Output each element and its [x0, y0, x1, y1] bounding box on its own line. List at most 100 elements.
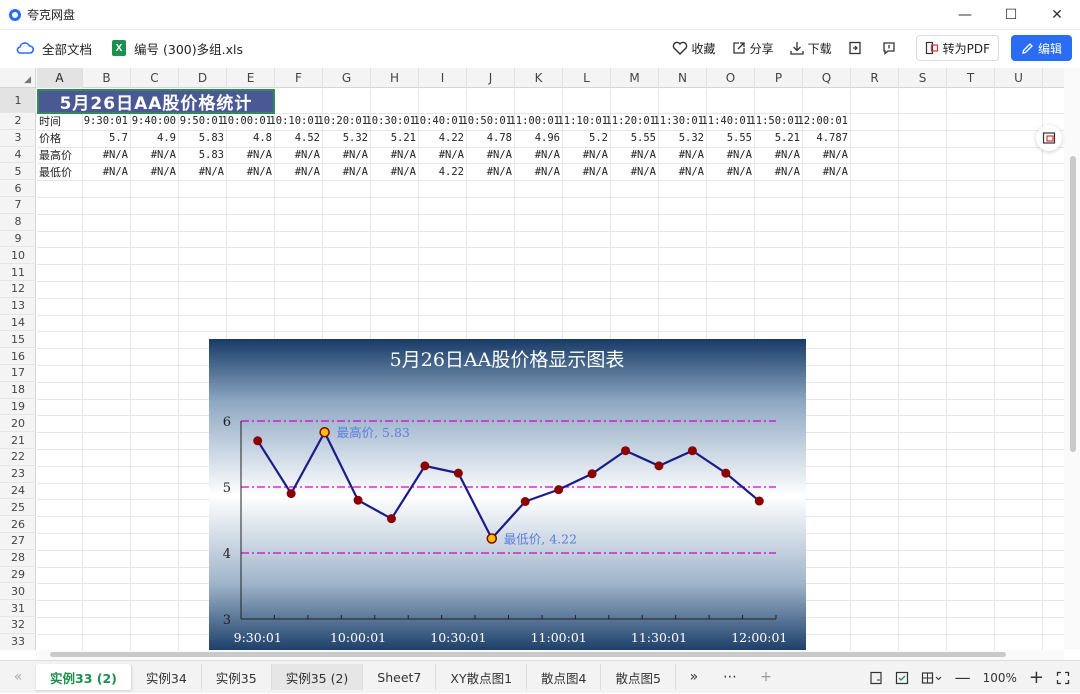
export-button[interactable]	[848, 41, 866, 55]
add-sheet-icon[interactable]: +	[748, 669, 784, 685]
row-header-16[interactable]: 16	[0, 348, 36, 365]
cell-m2[interactable]: 11:20:01	[605, 113, 659, 130]
sheet-tab[interactable]: 实例35 (2)	[271, 664, 364, 690]
cell-a5[interactable]: 最低价	[37, 163, 83, 180]
row-header-15[interactable]: 15	[0, 331, 36, 349]
column-header-n[interactable]: N	[659, 68, 707, 88]
spreadsheet-grid[interactable]: ◢ ABCDEFGHIJKLMNOPQRSTU 1 2 3 4 5 6 7 8 9 10 11 12 1…	[0, 68, 1064, 650]
sheet-tab[interactable]: 散点图4	[527, 664, 602, 690]
cell-c3[interactable]: 4.9	[131, 130, 179, 147]
page-view-button[interactable]	[869, 671, 883, 685]
cell-i5[interactable]: 4.22	[419, 163, 467, 180]
collect-button[interactable]: 收藏	[672, 40, 716, 57]
cell-k4[interactable]: #N/A	[515, 147, 563, 164]
all-docs-button[interactable]: 全部文档	[16, 39, 92, 58]
cell-j5[interactable]: #N/A	[467, 163, 515, 180]
cell-q4[interactable]: #N/A	[803, 147, 851, 164]
cell-i2[interactable]: 10:40:01	[413, 113, 467, 130]
cell-d4[interactable]: 5.83	[179, 147, 227, 164]
cell-b2[interactable]: 9:30:01	[83, 113, 131, 130]
row-header-17[interactable]: 17	[0, 365, 36, 382]
column-header-q[interactable]: Q	[803, 68, 851, 88]
cell-a4[interactable]: 最高价	[37, 147, 83, 164]
freeze-button[interactable]	[921, 671, 943, 685]
column-header-e[interactable]: E	[227, 68, 275, 88]
cell-j2[interactable]: 10:50:01	[461, 113, 515, 130]
cell-n2[interactable]: 11:30:01	[653, 113, 707, 130]
cell-n4[interactable]: #N/A	[659, 147, 707, 164]
cell-p2[interactable]: 11:50:01	[749, 113, 803, 130]
column-header-g[interactable]: G	[323, 68, 371, 88]
cell-l4[interactable]: #N/A	[563, 147, 611, 164]
cell-h3[interactable]: 5.21	[371, 130, 419, 147]
row-header-18[interactable]: 18	[0, 382, 36, 399]
row-header-1[interactable]: 1	[0, 88, 36, 113]
vertical-scrollbar[interactable]	[1064, 68, 1080, 650]
row-header-3[interactable]: 3	[0, 130, 36, 147]
row-header-6[interactable]: 6	[0, 180, 36, 197]
zoom-in-button[interactable]: +	[1029, 667, 1044, 688]
vertical-scroll-thumb[interactable]	[1070, 156, 1076, 452]
row-header-23[interactable]: 23	[0, 466, 36, 483]
cell-b5[interactable]: #N/A	[83, 163, 131, 180]
feedback-button[interactable]	[882, 41, 900, 55]
cell-p3[interactable]: 5.21	[755, 130, 803, 147]
row-header-33[interactable]: 33	[0, 634, 36, 650]
row-header-8[interactable]: 8	[0, 214, 36, 231]
column-header-f[interactable]: F	[275, 68, 323, 88]
row-header-19[interactable]: 19	[0, 399, 36, 416]
maximize-button[interactable]: ☐	[988, 0, 1034, 30]
cell-g3[interactable]: 5.32	[323, 130, 371, 147]
row-header-26[interactable]: 26	[0, 516, 36, 533]
cell-m3[interactable]: 5.55	[611, 130, 659, 147]
sheet-tab[interactable]: 实例34	[132, 664, 202, 690]
cell-e3[interactable]: 4.8	[227, 130, 275, 147]
cell-d5[interactable]: #N/A	[179, 163, 227, 180]
price-line-chart[interactable]: 5月26日AA股价格显示图表 3 4 5 6 9:30:01 10:00:01 10:30:…	[209, 339, 806, 650]
cell-i4[interactable]: #N/A	[419, 147, 467, 164]
cell-j3[interactable]: 4.78	[467, 130, 515, 147]
column-header-d[interactable]: D	[179, 68, 227, 88]
cell-b3[interactable]: 5.7	[83, 130, 131, 147]
cell-l5[interactable]: #N/A	[563, 163, 611, 180]
row-header-29[interactable]: 29	[0, 567, 36, 584]
cell-e5[interactable]: #N/A	[227, 163, 275, 180]
cell-h2[interactable]: 10:30:01	[365, 113, 419, 130]
title-cell[interactable]: 5月26日AA股价格统计	[37, 89, 275, 114]
cell-h5[interactable]: #N/A	[371, 163, 419, 180]
fullscreen-button[interactable]	[1056, 671, 1070, 685]
cell-p5[interactable]: #N/A	[755, 163, 803, 180]
cell-n5[interactable]: #N/A	[659, 163, 707, 180]
row-header-30[interactable]: 30	[0, 583, 36, 601]
cell-b4[interactable]: #N/A	[83, 147, 131, 164]
column-header-j[interactable]: J	[467, 68, 515, 88]
side-panel-button[interactable]	[1036, 125, 1062, 151]
cell-f4[interactable]: #N/A	[275, 147, 323, 164]
row-header-14[interactable]: 14	[0, 315, 36, 332]
cell-m5[interactable]: #N/A	[611, 163, 659, 180]
cell-i3[interactable]: 4.22	[419, 130, 467, 147]
zoom-out-button[interactable]: —	[955, 668, 971, 687]
edit-button[interactable]: 编辑	[1010, 35, 1072, 61]
column-header-i[interactable]: I	[419, 68, 467, 88]
row-header-2[interactable]: 2	[0, 113, 36, 130]
cell-c2[interactable]: 9:40:00	[131, 113, 179, 130]
column-header-a[interactable]: A	[37, 68, 83, 88]
column-header-l[interactable]: L	[563, 68, 611, 88]
cell-e4[interactable]: #N/A	[227, 147, 275, 164]
tabs-prev-icon[interactable]: «	[0, 669, 36, 685]
cell-h4[interactable]: #N/A	[371, 147, 419, 164]
cell-o4[interactable]: #N/A	[707, 147, 755, 164]
row-header-21[interactable]: 21	[0, 432, 36, 449]
tabs-next-icon[interactable]: »	[676, 669, 712, 685]
minimize-button[interactable]: —	[942, 0, 988, 30]
row-header-22[interactable]: 22	[0, 449, 36, 466]
cell-a2[interactable]: 时间	[37, 113, 83, 130]
row-header-5[interactable]: 5	[0, 163, 36, 181]
cell-j4[interactable]: #N/A	[467, 147, 515, 164]
cell-k3[interactable]: 4.96	[515, 130, 563, 147]
cell-f2[interactable]: 10:10:01	[269, 113, 323, 130]
convert-pdf-button[interactable]: 转为PDF	[915, 35, 999, 61]
cell-q5[interactable]: #N/A	[803, 163, 851, 180]
column-header-c[interactable]: C	[131, 68, 179, 88]
